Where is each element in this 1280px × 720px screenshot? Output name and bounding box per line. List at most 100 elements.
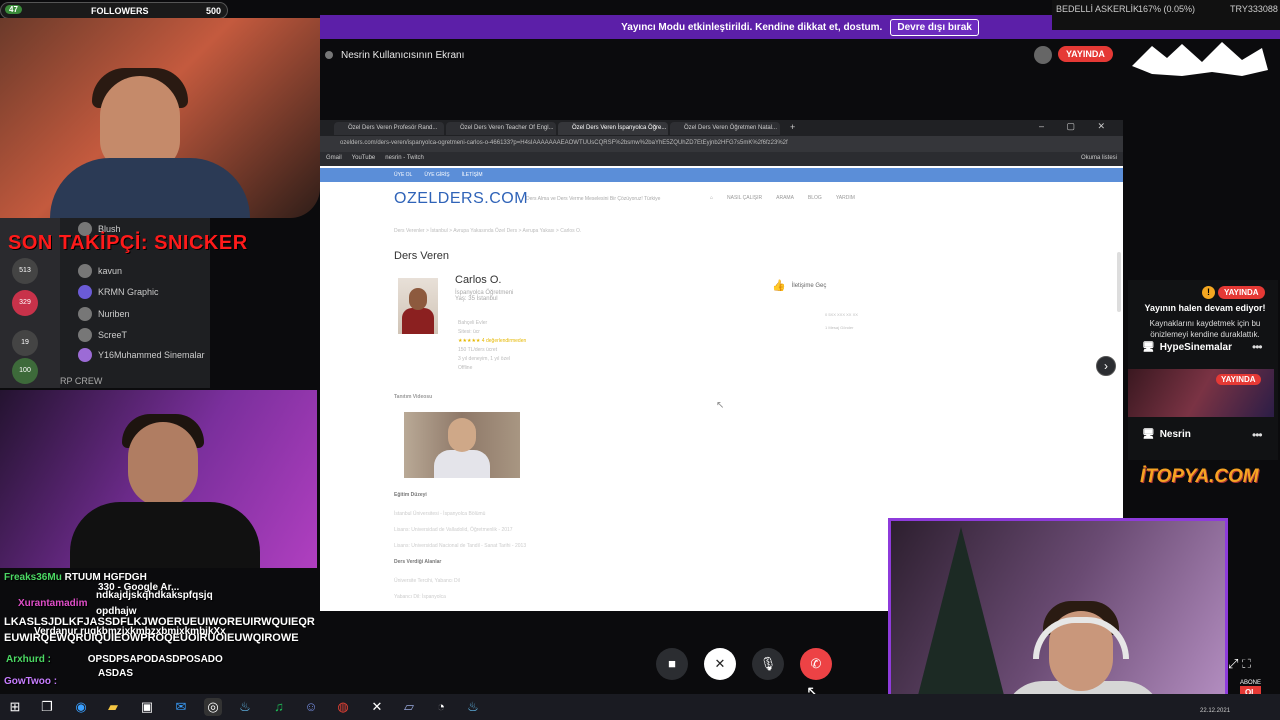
site-nav-item[interactable]: YARDIM [836, 195, 855, 201]
obs-icon[interactable]: ◎ [204, 698, 222, 716]
monitor-icon: 🖥 [1142, 342, 1155, 353]
app-icon[interactable]: ▱ [400, 698, 418, 716]
screen-share-title: Nesrin Kullanıcısının Ekranı [341, 49, 465, 61]
followers-count-badge: 47 [5, 5, 22, 14]
server-icon[interactable]: 100 [12, 358, 38, 384]
streamer-mode-message: Yayıncı Modu etkinleştirildi. Kendine di… [621, 21, 883, 33]
site-topbar-link[interactable]: ÜYE GİRİŞ [424, 172, 449, 178]
end-call-icon[interactable]: ✆ [800, 648, 832, 680]
bookmarks-bar: Gmail YouTube nesrin - Twitch Okuma list… [320, 152, 1123, 166]
browser-tab[interactable]: Özel Ders Veren Profesör Rand... [334, 122, 444, 135]
lessons-title: Ders Verdiği Alanlar [394, 559, 442, 565]
webcam-streamer-2 [0, 390, 317, 568]
breadcrumb[interactable]: Ders Verenler > İstanbul > Avrupa Yakası… [394, 228, 581, 234]
site-topbar-link[interactable]: İLETİŞİM [462, 172, 483, 178]
intro-video-title: Tanıtım Videosu [394, 394, 433, 400]
stream-entry[interactable]: 🖥 HypeSinemalar [1142, 342, 1232, 353]
chat-message: Arxhurd : OPSDPSAPODASDPOSADO [6, 654, 223, 665]
stop-share-icon[interactable]: ✕ [704, 648, 736, 680]
sponsor-ad: İTOPYA.COM [1140, 466, 1259, 487]
site-nav-item[interactable]: BLOG [808, 195, 822, 201]
app-icon[interactable]: ✕ [368, 698, 386, 716]
browser-tab[interactable]: Özel Ders Veren Öğretmen Natal... [670, 122, 780, 135]
followers-label: FOLLOWERS [91, 6, 149, 16]
page-scrollbar[interactable] [1117, 252, 1121, 312]
voice-user[interactable]: KRMN Graphic [78, 285, 159, 299]
browser-tab-active[interactable]: Özel Ders Veren İspanyolca Öğre... [558, 122, 668, 135]
ticker-item: BEDELLİ ASKERLİK [1056, 4, 1140, 14]
site-nav-item[interactable]: NASIL ÇALIŞIR [727, 195, 762, 201]
more-options-icon[interactable]: ••• [1252, 428, 1263, 442]
windows-taskbar: ⊞ ❐ ◉ ▰ ▣ ✉ ◎ ♨ ♫ ☺ ◍ ✕ ▱ ◔ ♨ [0, 694, 1280, 720]
disable-streamer-mode-button[interactable]: Devre dışı bırak [890, 18, 979, 36]
chrome-icon[interactable]: ◍ [334, 698, 352, 716]
server-icon[interactable]: 329 [12, 290, 38, 316]
lessons-list: Üniversite Tercihi, Yabancı Dil Yabancı … [394, 578, 460, 600]
site-topbar-link[interactable]: ÜYE OL [394, 172, 412, 178]
address-bar[interactable]: ozelders.com/ders-veren/ispanyolca-ogret… [320, 136, 1123, 152]
edge-icon[interactable]: ◉ [72, 698, 90, 716]
followers-goal-value: 500 [205, 6, 221, 16]
channel-category[interactable]: RP CREW [60, 376, 102, 386]
microphone-icon[interactable]: 🎙 [752, 648, 784, 680]
chevron-right-icon[interactable]: › [1096, 356, 1116, 376]
browser-tab[interactable]: Özel Ders Veren Teacher Of Engl... [446, 122, 556, 135]
teacher-photo [398, 278, 438, 334]
stream-notice-title: Yayının halen devam ediyor! [1144, 303, 1266, 313]
server-icon[interactable]: 513 [12, 258, 38, 284]
site-logo[interactable]: OZELDERS.COM [394, 190, 528, 208]
home-icon[interactable]: ⌂ [710, 195, 713, 201]
viewer-avatar[interactable] [1034, 46, 1052, 64]
video-icon[interactable]: ■ [656, 648, 688, 680]
chat-message: GowTwoo : [4, 676, 58, 687]
voice-user[interactable]: ScreeT [78, 328, 127, 342]
contact-button[interactable]: 👍 İletişime Geç [772, 279, 826, 292]
site-nav: ⌂ NASIL ÇALIŞIR ARAMA BLOG YARDIM [710, 195, 855, 201]
bookmark-item[interactable]: nesrin - Twitch [385, 155, 424, 163]
chat-message: ndkajdjskqhdkakspfqsjq [96, 590, 213, 601]
webcam-streamer-3 [888, 518, 1228, 712]
channel-logo [1122, 36, 1280, 80]
browser-tab-strip: Özel Ders Veren Profesör Rand... Özel De… [320, 120, 1123, 136]
server-icon[interactable]: 19 [12, 330, 38, 356]
new-tab-icon[interactable]: + [790, 122, 795, 132]
file-explorer-icon[interactable]: ▰ [104, 698, 122, 716]
task-view-icon[interactable]: ❐ [38, 698, 56, 716]
live-badge: YAYINDA [1218, 286, 1265, 299]
intro-video-thumbnail[interactable] [404, 412, 520, 478]
bookmark-item[interactable]: YouTube [352, 155, 376, 163]
education-title: Eğitim Düzeyi [394, 492, 427, 498]
app-icon[interactable]: ◔ [432, 698, 450, 716]
taskbar-clock: 22.12.2021 [1200, 708, 1231, 714]
chat-message: ASDAS [98, 668, 134, 679]
windows-start-icon[interactable]: ⊞ [6, 698, 24, 716]
contact-info: 0 5XX XXX XX XX 1 Mesaj Gönder [825, 312, 858, 330]
spotify-icon[interactable]: ♫ [270, 698, 288, 716]
stream-entry[interactable]: 🖥 Nesrin [1142, 429, 1191, 440]
teacher-details: Bahçeli Evler Sitesi: ücr ★★★★★ 4 değerl… [458, 320, 527, 371]
more-options-icon[interactable]: ••• [1252, 340, 1263, 354]
voice-user[interactable]: kavun [78, 264, 122, 278]
ticker-overlay: BEDELLİ ASKERLİK 167% (0.05%) TRY333088 [1052, 0, 1280, 30]
monitor-icon: 🖥 [1142, 429, 1155, 440]
site-topbar: ÜYE OL ÜYE GİRİŞ İLETİŞİM [320, 168, 1123, 182]
site-nav-item[interactable]: ARAMA [776, 195, 794, 201]
discord-icon[interactable]: ☺ [302, 698, 320, 716]
reading-list-item[interactable]: Okuma listesi [1081, 155, 1117, 163]
live-badge: YAYINDA [1058, 46, 1113, 62]
stream-notice-body: Kaynaklarını kaydetmek için bu önizlemey… [1149, 319, 1261, 339]
voice-user[interactable]: Y16Muhammed Sinemalar [78, 348, 205, 362]
thumbs-up-icon: 👍 [772, 280, 786, 292]
store-icon[interactable]: ▣ [138, 698, 156, 716]
mail-icon[interactable]: ✉ [172, 698, 190, 716]
bookmark-item[interactable]: Gmail [326, 155, 342, 163]
mouse-cursor-icon: ↖ [716, 400, 725, 411]
steam-icon[interactable]: ♨ [464, 698, 482, 716]
popout-icon[interactable]: ⤢ ⛶ [1228, 656, 1251, 672]
chat-message: EUWIRQEWQRUIQUIEOWPROQEUOIRUOIEUWQIROWE [4, 632, 299, 644]
window-controls-icon[interactable]: – ▢ ✕ [1039, 121, 1115, 132]
user-avatar-icon [325, 51, 333, 59]
steam-icon[interactable]: ♨ [236, 698, 254, 716]
last-follower-overlay: SON TAKİPÇİ: SNICKER [8, 232, 248, 254]
voice-user[interactable]: Nuriben [78, 307, 130, 321]
